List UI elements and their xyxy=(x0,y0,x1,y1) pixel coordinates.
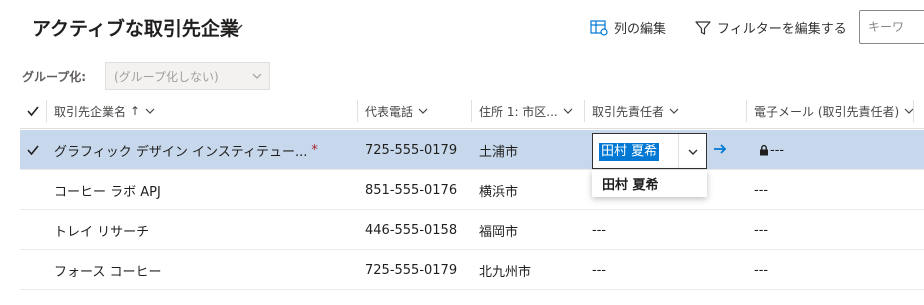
divider xyxy=(678,134,679,168)
phone-cell[interactable]: 725-555-0179 xyxy=(365,130,457,170)
lock-icon xyxy=(760,144,768,156)
account-name-cell[interactable]: グラフィック デザイン インスティテュー... * xyxy=(54,130,318,170)
email-cell[interactable]: --- xyxy=(754,210,768,250)
chevron-down-icon xyxy=(145,108,155,114)
column-header-label: 住所 1: 市区... xyxy=(479,104,558,119)
view-title[interactable]: アクティブな取引先企業 xyxy=(32,14,239,41)
search-input[interactable] xyxy=(860,11,924,43)
column-header-city[interactable]: 住所 1: 市区... xyxy=(479,100,574,122)
column-header-account-name[interactable]: 取引先企業名 ↑ xyxy=(54,100,156,122)
chevron-down-icon[interactable] xyxy=(687,146,699,158)
primary-contact-cell[interactable]: --- xyxy=(592,210,606,250)
primary-contact-cell[interactable]: --- xyxy=(592,250,606,290)
chevron-down-icon xyxy=(669,108,679,114)
chevron-down-icon xyxy=(418,108,428,114)
column-header-contact-email[interactable]: 電子メール (取引先責任者) xyxy=(754,100,915,122)
group-by-value: (グループ化しない) xyxy=(114,69,219,84)
contact-dropdown-option[interactable]: 田村 夏希 xyxy=(592,170,707,197)
table-row[interactable]: グラフィック デザイン インスティテュー... * 725-555-0179 土… xyxy=(20,130,924,170)
required-indicator: * xyxy=(311,142,318,158)
account-name-cell[interactable]: コーヒー ラボ APJ xyxy=(54,170,161,210)
primary-contact-lookup-input[interactable]: 田村 夏希 xyxy=(592,133,707,169)
table-row[interactable]: コーヒー ラボ APJ 851-555-0176 横浜市 --- xyxy=(20,170,924,210)
city-cell[interactable]: 北九州市 xyxy=(479,250,531,290)
column-header-primary-contact[interactable]: 取引先責任者 xyxy=(592,100,680,122)
checkmark-icon[interactable] xyxy=(26,143,40,157)
select-all-checkmark-icon[interactable] xyxy=(26,104,40,118)
search-box[interactable] xyxy=(859,10,924,44)
arrow-right-icon[interactable] xyxy=(712,141,728,157)
city-cell[interactable]: 横浜市 xyxy=(479,170,518,210)
edit-filters-button[interactable]: フィルターを編集する xyxy=(695,18,847,37)
email-cell: --- xyxy=(758,130,784,170)
phone-cell[interactable]: 725-555-0179 xyxy=(365,250,457,290)
account-name-cell[interactable]: フォース コーヒー xyxy=(54,250,161,290)
email-cell[interactable]: --- xyxy=(754,250,768,290)
group-by-label: グループ化: xyxy=(22,70,87,84)
city-cell[interactable]: 福岡市 xyxy=(479,210,518,250)
edit-columns-icon xyxy=(590,19,608,36)
sort-ascending-icon: ↑ xyxy=(130,104,141,118)
chevron-down-icon[interactable] xyxy=(230,20,244,34)
email-value: --- xyxy=(770,142,785,158)
phone-cell[interactable]: 446-555-0158 xyxy=(365,210,457,250)
email-cell[interactable]: --- xyxy=(754,170,768,210)
edit-filters-label: フィルターを編集する xyxy=(717,22,847,37)
city-cell[interactable]: 土浦市 xyxy=(479,130,518,170)
edit-columns-button[interactable]: 列の編集 xyxy=(590,18,666,37)
header-divider xyxy=(20,128,924,129)
edit-columns-label: 列の編集 xyxy=(614,22,667,37)
phone-cell[interactable]: 851-555-0176 xyxy=(365,170,457,210)
column-header-label: 取引先企業名 xyxy=(54,104,127,119)
selected-contact-value[interactable]: 田村 夏希 xyxy=(599,143,660,161)
chevron-down-icon xyxy=(252,73,262,79)
table-row[interactable]: トレイ リサーチ 446-555-0158 福岡市 --- --- xyxy=(20,210,924,250)
chevron-down-icon xyxy=(563,108,573,114)
group-by-select[interactable]: (グループ化しない) xyxy=(105,62,270,90)
account-name: グラフィック デザイン インスティテュー... xyxy=(54,144,308,160)
column-header-label: 電子メール (取引先責任者) xyxy=(754,104,900,119)
column-header-label: 代表電話 xyxy=(365,104,414,119)
account-name-cell[interactable]: トレイ リサーチ xyxy=(54,210,149,250)
filter-icon xyxy=(695,20,711,35)
table-row[interactable]: フォース コーヒー 725-555-0179 北九州市 --- --- xyxy=(20,250,924,290)
column-header-label: 取引先責任者 xyxy=(592,104,665,119)
column-header-phone[interactable]: 代表電話 xyxy=(365,100,429,122)
